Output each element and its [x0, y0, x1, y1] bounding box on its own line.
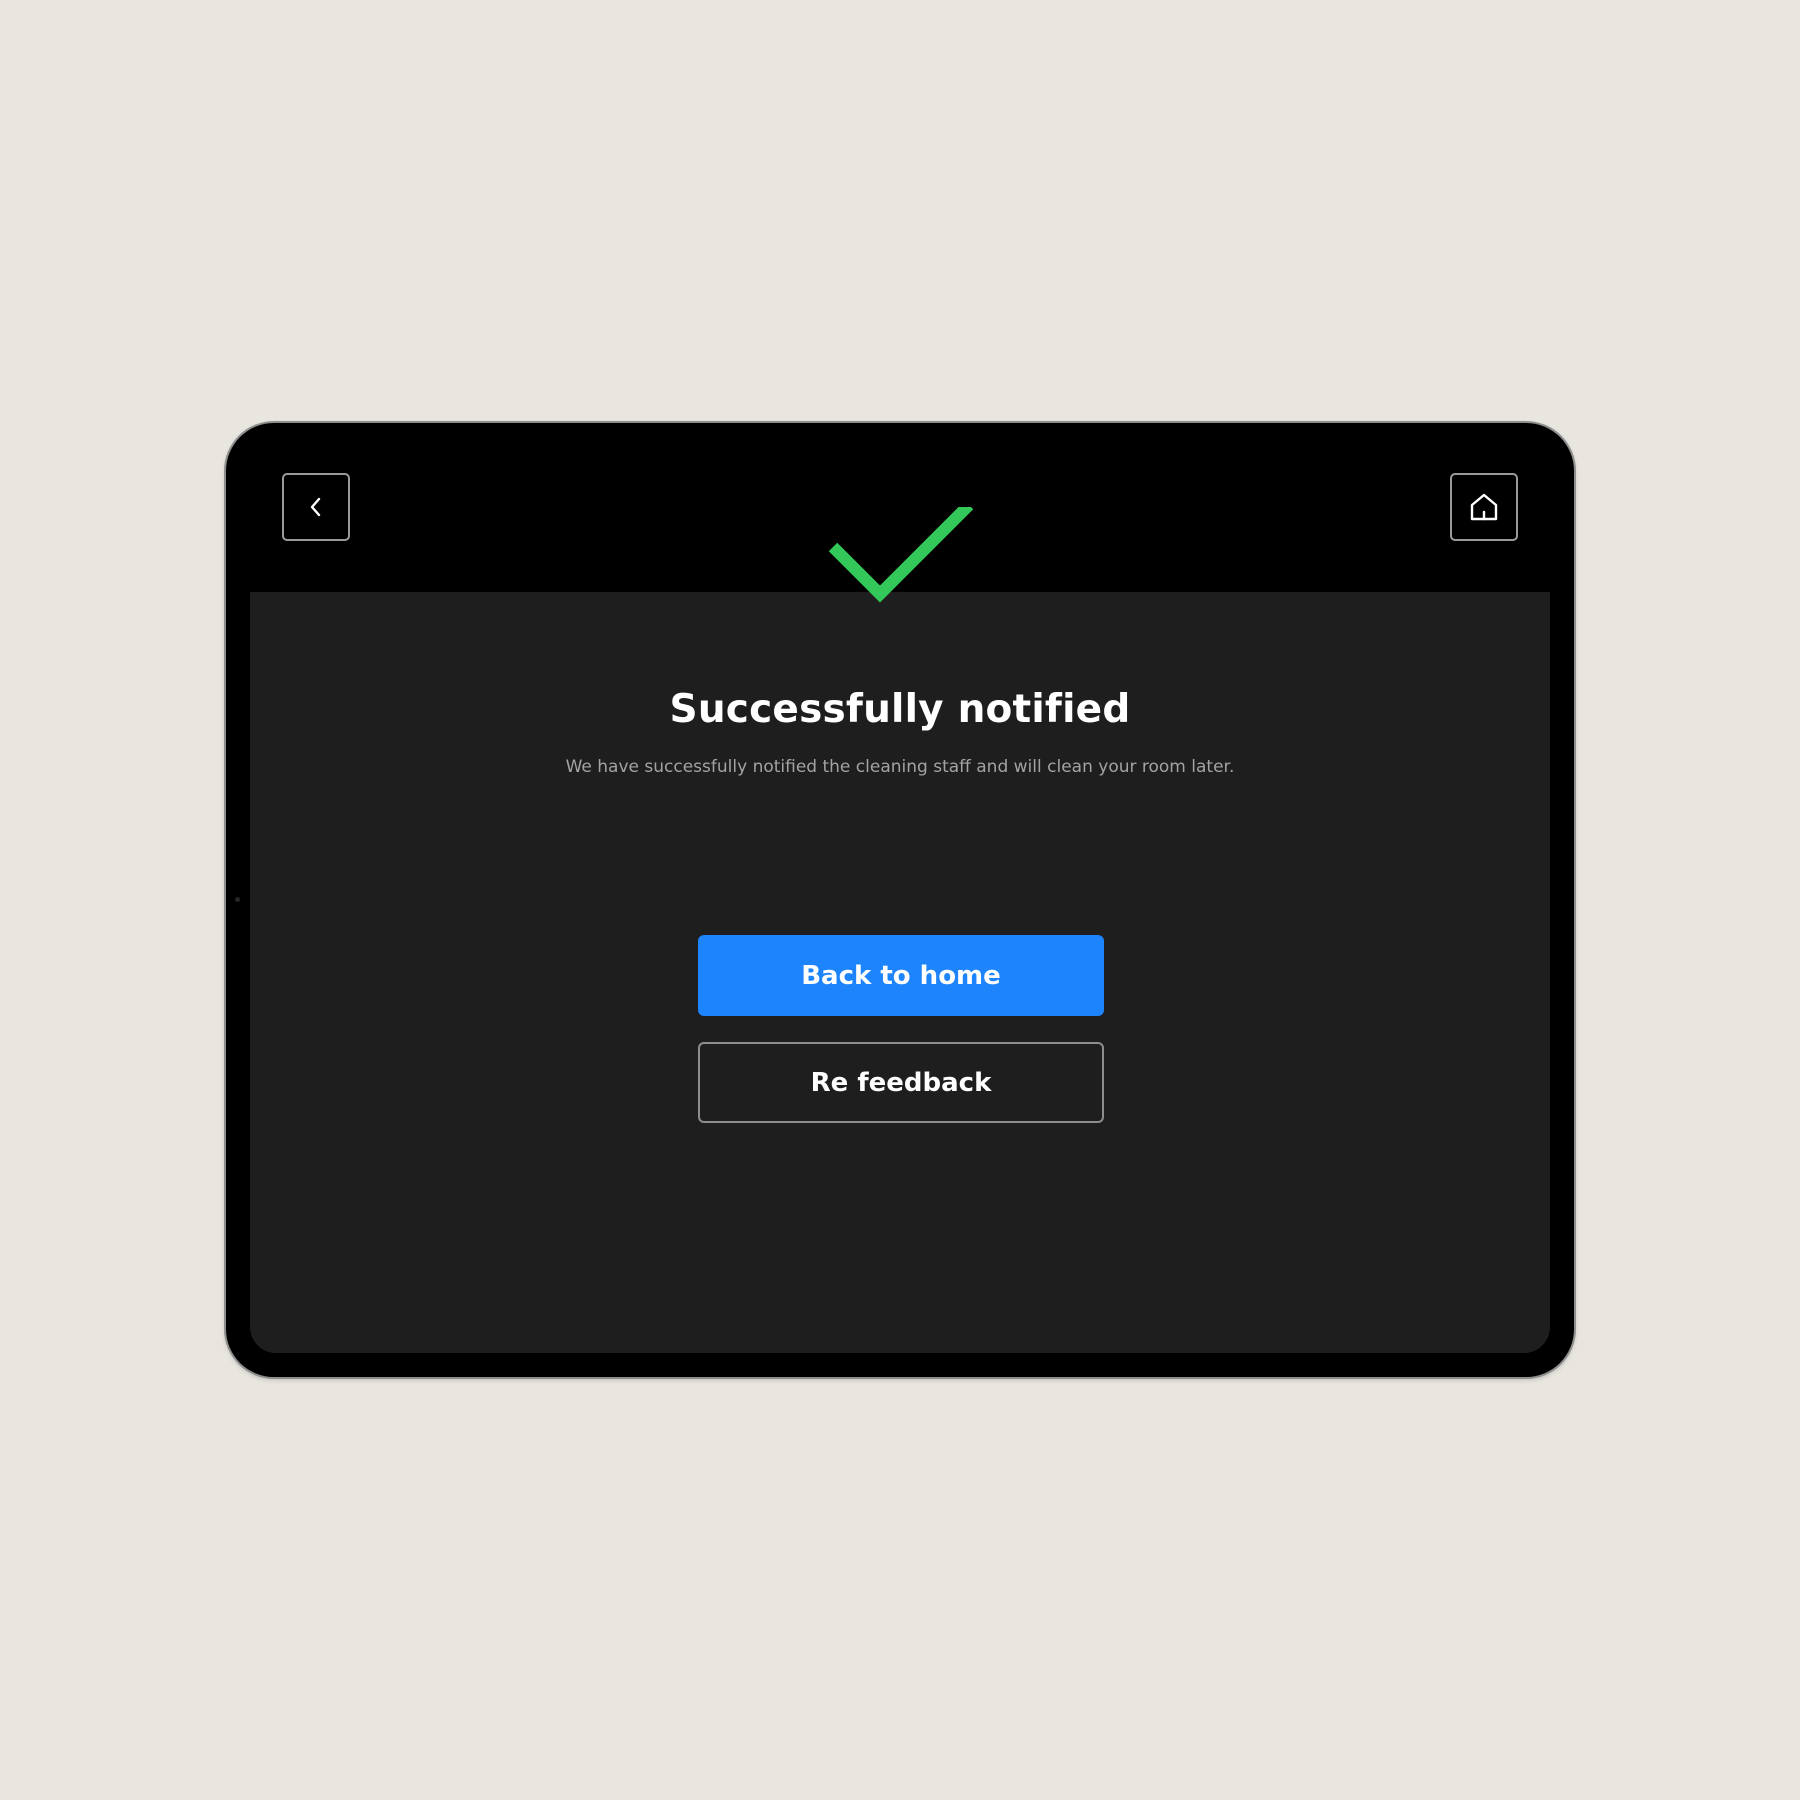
checkmark-icon	[828, 507, 974, 603]
camera-dot	[235, 897, 240, 902]
chevron-left-icon	[310, 497, 321, 517]
back-button[interactable]	[282, 473, 350, 541]
back-to-home-button[interactable]: Back to home	[698, 935, 1104, 1016]
app-screen: Successfully notified We have successful…	[250, 447, 1550, 1353]
home-icon	[1470, 493, 1498, 521]
home-button[interactable]	[1450, 473, 1518, 541]
status-message: We have successfully notified the cleani…	[565, 757, 1235, 777]
page-title: Successfully notified	[669, 687, 1131, 732]
tablet-frame: Successfully notified We have successful…	[226, 423, 1574, 1377]
re-feedback-button[interactable]: Re feedback	[698, 1042, 1104, 1123]
